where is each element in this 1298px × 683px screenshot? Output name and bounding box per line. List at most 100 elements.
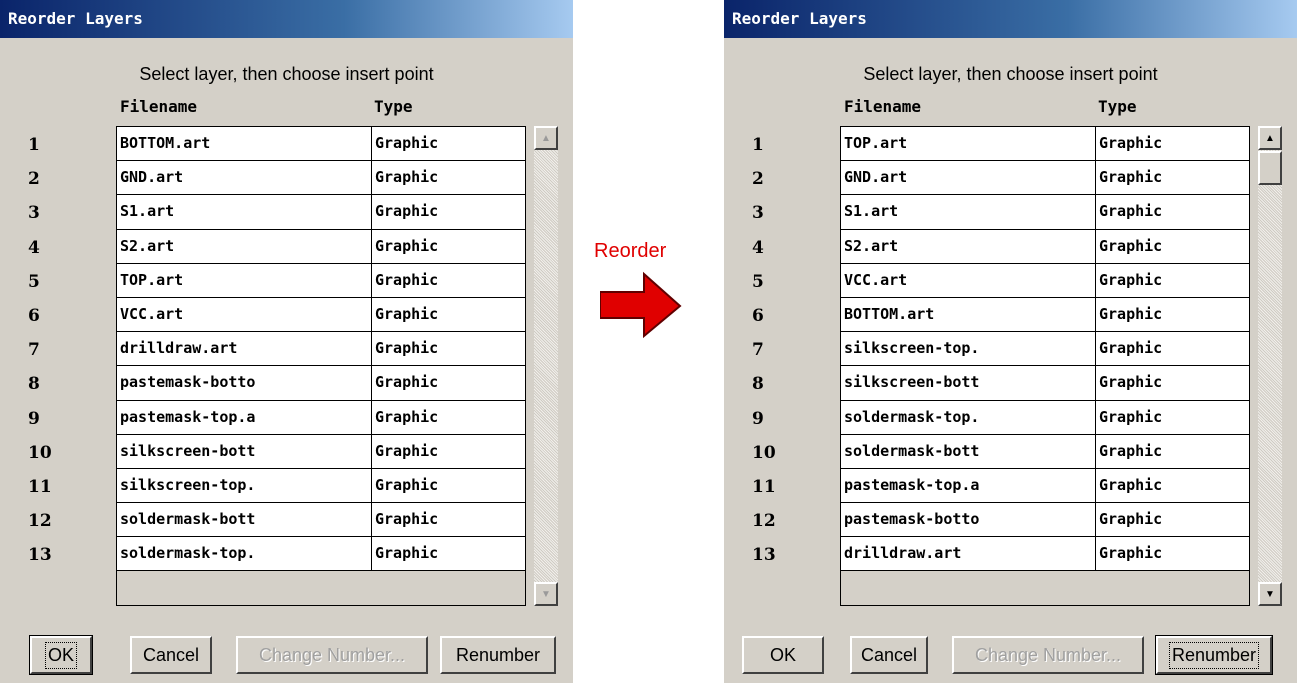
layer-row[interactable]: VCC.art Graphic <box>841 263 1249 298</box>
ok-button[interactable]: OK <box>742 636 824 674</box>
type-cell: Graphic <box>1099 544 1163 563</box>
layer-grid[interactable]: BOTTOM.art Graphic GND.art Graphic S1.art Gra… <box>116 126 526 606</box>
row-number: 13 <box>28 545 52 566</box>
layer-row[interactable]: pastemask-botto Graphic <box>117 366 525 401</box>
row-number: 1 <box>28 135 40 155</box>
type-cell: Graphic <box>1099 202 1163 221</box>
row-number: 13 <box>752 545 776 566</box>
renumber-button[interactable]: Renumber <box>1155 635 1273 675</box>
triangle-up-icon: ▲ <box>1265 132 1275 144</box>
row-number: 4 <box>752 237 764 258</box>
row-number: 4 <box>28 237 40 258</box>
layer-row[interactable]: S1.art Graphic <box>117 195 525 230</box>
layer-row[interactable]: GND.art Graphic <box>117 161 525 196</box>
instruction-text: Select layer, then choose insert point <box>863 64 1158 84</box>
reorder-label: Reorder <box>594 240 667 262</box>
type-cell: Graphic <box>1099 510 1163 529</box>
filename-cell: drilldraw.art <box>841 537 1096 571</box>
type-cell: Graphic <box>375 202 439 221</box>
layer-row[interactable]: soldermask-bott Graphic <box>117 503 525 538</box>
row-number: 7 <box>752 340 764 361</box>
scroll-up-button[interactable]: ▲ <box>534 126 558 150</box>
row-number: 9 <box>752 408 764 429</box>
layer-row[interactable]: TOP.art Graphic <box>117 263 525 298</box>
layer-row[interactable]: S2.art Graphic <box>841 229 1249 264</box>
type-cell: Graphic <box>1099 236 1163 255</box>
layer-row[interactable]: GND.art Graphic <box>841 161 1249 196</box>
layer-row[interactable]: soldermask-top. Graphic <box>117 537 525 572</box>
type-cell: Graphic <box>375 339 439 358</box>
row-number: 11 <box>28 476 52 497</box>
scroll-down-button[interactable]: ▼ <box>534 582 558 606</box>
layer-row[interactable]: S1.art Graphic <box>841 195 1249 230</box>
triangle-down-icon: ▼ <box>541 588 551 600</box>
row-number: 12 <box>28 511 52 532</box>
instruction-text: Select layer, then choose insert point <box>139 64 434 84</box>
reorder-layers-dialog-after: Reorder Layers Select layer, then choose… <box>724 0 1297 683</box>
row-number: 5 <box>28 271 40 292</box>
layer-row[interactable]: silkscreen-bott Graphic <box>117 434 525 469</box>
change-number-button[interactable]: Change Number... <box>236 636 428 674</box>
type-cell: Graphic <box>375 168 439 187</box>
vertical-scrollbar[interactable]: ▲ ▼ <box>534 126 558 606</box>
layer-row[interactable]: silkscreen-top. Graphic <box>841 332 1249 367</box>
row-number: 2 <box>28 169 40 190</box>
layer-grid[interactable]: TOP.art Graphic GND.art Graphic S1.art Graphi… <box>840 126 1250 606</box>
layer-row[interactable]: BOTTOM.art Graphic <box>841 297 1249 333</box>
renumber-button[interactable]: Renumber <box>440 636 556 674</box>
row-number: 7 <box>28 340 40 361</box>
dialog-title: Reorder Layers <box>724 0 1297 38</box>
cancel-button[interactable]: Cancel <box>850 636 928 674</box>
layer-row[interactable]: pastemask-botto Graphic <box>841 503 1249 538</box>
layer-row[interactable]: soldermask-top. Graphic <box>841 400 1249 435</box>
vertical-scrollbar[interactable]: ▲ ▼ <box>1258 126 1282 606</box>
row-number-list: 1 2 3 4 5 6 7 8 9 10 11 12 13 <box>28 128 52 572</box>
type-cell: Graphic <box>375 373 439 392</box>
type-cell: Graphic <box>375 475 439 494</box>
type-cell: Graphic <box>375 441 439 460</box>
filename-cell: GND.art <box>841 161 1096 195</box>
row-number: 1 <box>752 135 764 155</box>
filename-cell: soldermask-top. <box>117 537 372 571</box>
type-cell: Graphic <box>1099 441 1163 460</box>
type-cell: Graphic <box>1099 304 1163 323</box>
layer-row[interactable]: S2.art Graphic <box>117 229 525 264</box>
type-column-header: Type <box>1098 97 1137 116</box>
filename-cell: VCC.art <box>117 297 372 332</box>
filename-cell: VCC.art <box>841 263 1096 297</box>
type-cell: Graphic <box>1099 339 1163 358</box>
type-cell: Graphic <box>375 270 439 289</box>
type-cell: Graphic <box>1099 270 1163 289</box>
row-number: 8 <box>752 374 764 395</box>
triangle-up-icon: ▲ <box>541 132 551 144</box>
filename-cell: pastemask-botto <box>841 503 1096 537</box>
row-number: 12 <box>752 511 776 532</box>
type-cell: Graphic <box>375 510 439 529</box>
layer-row[interactable]: drilldraw.art Graphic <box>117 332 525 367</box>
cancel-button[interactable]: Cancel <box>130 636 212 674</box>
layer-row[interactable]: VCC.art Graphic <box>117 297 525 333</box>
scroll-down-button[interactable]: ▼ <box>1258 582 1282 606</box>
layer-row[interactable]: pastemask-top.a Graphic <box>841 468 1249 504</box>
scroll-up-button[interactable]: ▲ <box>1258 126 1282 150</box>
filename-cell: S2.art <box>841 229 1096 263</box>
row-number: 10 <box>752 442 776 463</box>
type-cell: Graphic <box>375 544 439 563</box>
filename-column-header: Filename <box>844 97 922 116</box>
layer-row[interactable]: silkscreen-bott Graphic <box>841 366 1249 401</box>
scroll-thumb[interactable] <box>1258 151 1282 185</box>
layer-row[interactable]: silkscreen-top. Graphic <box>117 468 525 504</box>
layer-row[interactable]: drilldraw.art Graphic <box>841 537 1249 572</box>
triangle-down-icon: ▼ <box>1265 588 1275 600</box>
layer-row[interactable]: pastemask-top.a Graphic <box>117 400 525 435</box>
change-number-button[interactable]: Change Number... <box>952 636 1144 674</box>
ok-button[interactable]: OK <box>29 635 93 675</box>
layer-row[interactable]: TOP.art Graphic <box>841 127 1249 162</box>
layer-row[interactable]: BOTTOM.art Graphic <box>117 127 525 162</box>
filename-cell: silkscreen-top. <box>841 332 1096 366</box>
layer-row[interactable]: soldermask-bott Graphic <box>841 434 1249 469</box>
row-number: 8 <box>28 374 40 395</box>
filename-cell: TOP.art <box>841 127 1096 161</box>
row-number: 2 <box>752 169 764 190</box>
row-number: 11 <box>752 476 776 497</box>
